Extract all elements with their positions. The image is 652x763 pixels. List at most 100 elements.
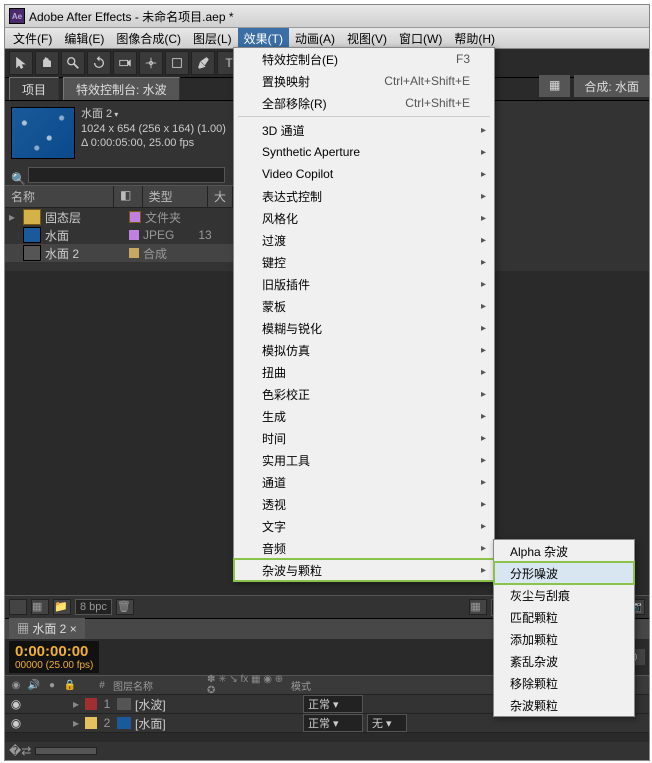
- mi-generate[interactable]: 生成: [234, 405, 494, 427]
- th-solo-icon[interactable]: ●: [45, 680, 59, 691]
- smi-noise-grain[interactable]: 杂波颗粒: [494, 694, 634, 716]
- project-panel: 水面 2 1024 x 654 (256 x 164) (1.00) Δ 0:0…: [5, 101, 234, 271]
- mi-perspective[interactable]: 透视: [234, 493, 494, 515]
- project-row-jpeg[interactable]: 水面 JPEG 13: [5, 226, 233, 244]
- layer-visibility-icon[interactable]: ◉: [9, 697, 23, 711]
- window-title: Adobe After Effects - 未命名项目.aep *: [29, 8, 645, 25]
- mi-time[interactable]: 时间: [234, 427, 494, 449]
- project-row-folder[interactable]: ▸ 固态层 文件夹: [5, 208, 233, 226]
- trash-icon[interactable]: 🗑: [116, 599, 134, 615]
- folder-icon: [23, 209, 41, 225]
- mi-displacement-map[interactable]: 置换映射Ctrl+Alt+Shift+E: [234, 70, 494, 92]
- comp-duration: Δ 0:00:05:00, 25.00 fps: [81, 137, 194, 149]
- new-folder-icon[interactable]: 📁: [53, 599, 71, 615]
- layer-visibility-icon[interactable]: ◉: [9, 716, 23, 730]
- tool-hand[interactable]: [35, 51, 59, 75]
- mi-text[interactable]: 文字: [234, 515, 494, 537]
- tab-effect-controls[interactable]: 特效控制台: 水波: [63, 77, 180, 100]
- interpret-footage-icon[interactable]: [9, 599, 27, 615]
- tl-zoom-slider[interactable]: [35, 747, 97, 755]
- tab-swatches-icon[interactable]: ▦: [539, 75, 570, 97]
- project-row-comp[interactable]: 水面 2 合成: [5, 244, 233, 262]
- label-swatch: [129, 211, 141, 223]
- mi-remove-all[interactable]: 全部移除(R)Ctrl+Shift+E: [234, 92, 494, 114]
- mi-stylize[interactable]: 风格化: [234, 207, 494, 229]
- toggle-alpha-icon[interactable]: ▦: [469, 599, 487, 615]
- label-swatch: [129, 248, 139, 258]
- th-eye-icon[interactable]: ◉: [9, 680, 23, 691]
- menu-effect[interactable]: 效果(T): [238, 28, 289, 48]
- smi-match-grain[interactable]: 匹配颗粒: [494, 606, 634, 628]
- blend-mode-select[interactable]: 正常 ▾: [303, 714, 363, 732]
- col-tag[interactable]: ◧: [114, 186, 143, 207]
- mi-synthetic-aperture[interactable]: Synthetic Aperture: [234, 141, 494, 163]
- comp-name: 水面 2: [81, 108, 112, 120]
- mi-blur-sharpen[interactable]: 模糊与锐化: [234, 317, 494, 339]
- tool-zoom[interactable]: [61, 51, 85, 75]
- smi-turbulent-noise[interactable]: 紊乱杂波: [494, 650, 634, 672]
- comp-thumbnail[interactable]: [11, 107, 75, 159]
- col-type[interactable]: 类型: [143, 186, 208, 207]
- menu-edit[interactable]: 编辑(E): [58, 28, 110, 48]
- mi-color-correction[interactable]: 色彩校正: [234, 383, 494, 405]
- blend-mode-select[interactable]: 正常 ▾: [303, 695, 363, 713]
- mi-noise-grain[interactable]: 杂波与颗粒: [234, 559, 494, 581]
- mi-channel[interactable]: 通道: [234, 471, 494, 493]
- used-by-dropdown[interactable]: [112, 108, 118, 120]
- col-size[interactable]: 大: [208, 186, 233, 207]
- menu-composition[interactable]: 图像合成(C): [110, 28, 187, 48]
- current-time[interactable]: 0:00:00:00 00000 (25.00 fps): [9, 641, 99, 673]
- tl-toggle-switches-icon[interactable]: �⇄: [9, 744, 31, 758]
- th-audio-icon[interactable]: 🔊: [27, 680, 41, 691]
- project-search-row: 🔍: [11, 167, 227, 183]
- col-name[interactable]: 名称: [5, 186, 114, 207]
- mi-matte[interactable]: 蒙板: [234, 295, 494, 317]
- tool-selection[interactable]: [9, 51, 33, 75]
- mi-transition[interactable]: 过渡: [234, 229, 494, 251]
- menu-window[interactable]: 窗口(W): [393, 28, 448, 48]
- mi-keying[interactable]: 键控: [234, 251, 494, 273]
- project-list-header: 名称 ◧ 类型 大: [5, 185, 233, 208]
- th-mode[interactable]: 模式: [291, 678, 341, 693]
- tab-project[interactable]: 项目: [9, 77, 59, 100]
- mi-obsolete[interactable]: 旧版插件: [234, 273, 494, 295]
- mi-utility[interactable]: 实用工具: [234, 449, 494, 471]
- project-search-input[interactable]: [28, 167, 224, 183]
- mi-3d-channel[interactable]: 3D 通道: [234, 119, 494, 141]
- menu-layer[interactable]: 图层(L): [187, 28, 238, 48]
- smi-add-grain[interactable]: 添加颗粒: [494, 628, 634, 650]
- timeline-tab[interactable]: ▦ 水面 2 ×: [9, 618, 85, 640]
- noise-grain-submenu: Alpha 杂波 分形噪波 灰尘与刮痕 匹配颗粒 添加颗粒 紊乱杂波 移除颗粒 …: [493, 539, 635, 717]
- bpc-chip[interactable]: 8 bpc: [75, 599, 112, 615]
- mi-simulation[interactable]: 模拟仿真: [234, 339, 494, 361]
- mi-effect-controls[interactable]: 特效控制台(E)F3: [234, 48, 494, 70]
- menu-help[interactable]: 帮助(H): [448, 28, 501, 48]
- layer-color-swatch[interactable]: [85, 717, 97, 729]
- smi-remove-grain[interactable]: 移除颗粒: [494, 672, 634, 694]
- smi-dust-scratches[interactable]: 灰尘与刮痕: [494, 584, 634, 606]
- mi-video-copilot[interactable]: Video Copilot: [234, 163, 494, 185]
- menu-file[interactable]: 文件(F): [7, 28, 58, 48]
- tool-anchor[interactable]: [139, 51, 163, 75]
- track-matte-select[interactable]: 无 ▾: [367, 714, 407, 732]
- new-comp-icon[interactable]: ▦: [31, 599, 49, 615]
- layer-color-swatch[interactable]: [85, 698, 97, 710]
- th-layer-name[interactable]: 图层名称: [113, 678, 203, 693]
- tab-composition[interactable]: 合成: 水面: [574, 75, 649, 97]
- comp-dimensions: 1024 x 654 (256 x 164) (1.00): [81, 123, 226, 135]
- project-list: 名称 ◧ 类型 大 ▸ 固态层 文件夹 水面 JPEG: [5, 185, 233, 271]
- mi-expression-controls[interactable]: 表达式控制: [234, 185, 494, 207]
- tool-shape[interactable]: [165, 51, 189, 75]
- tool-rotate[interactable]: [87, 51, 111, 75]
- comp-info: 水面 2 1024 x 654 (256 x 164) (1.00) Δ 0:0…: [81, 107, 226, 159]
- mi-audio[interactable]: 音频: [234, 537, 494, 559]
- comp-icon: [23, 245, 41, 261]
- menu-view[interactable]: 视图(V): [341, 28, 393, 48]
- smi-fractal-noise[interactable]: 分形噪波: [494, 562, 634, 584]
- mi-distort[interactable]: 扭曲: [234, 361, 494, 383]
- smi-alpha-noise[interactable]: Alpha 杂波: [494, 540, 634, 562]
- th-lock-icon[interactable]: 🔒: [63, 680, 77, 691]
- tool-camera[interactable]: [113, 51, 137, 75]
- tool-pen[interactable]: [191, 51, 215, 75]
- menu-animation[interactable]: 动画(A): [289, 28, 341, 48]
